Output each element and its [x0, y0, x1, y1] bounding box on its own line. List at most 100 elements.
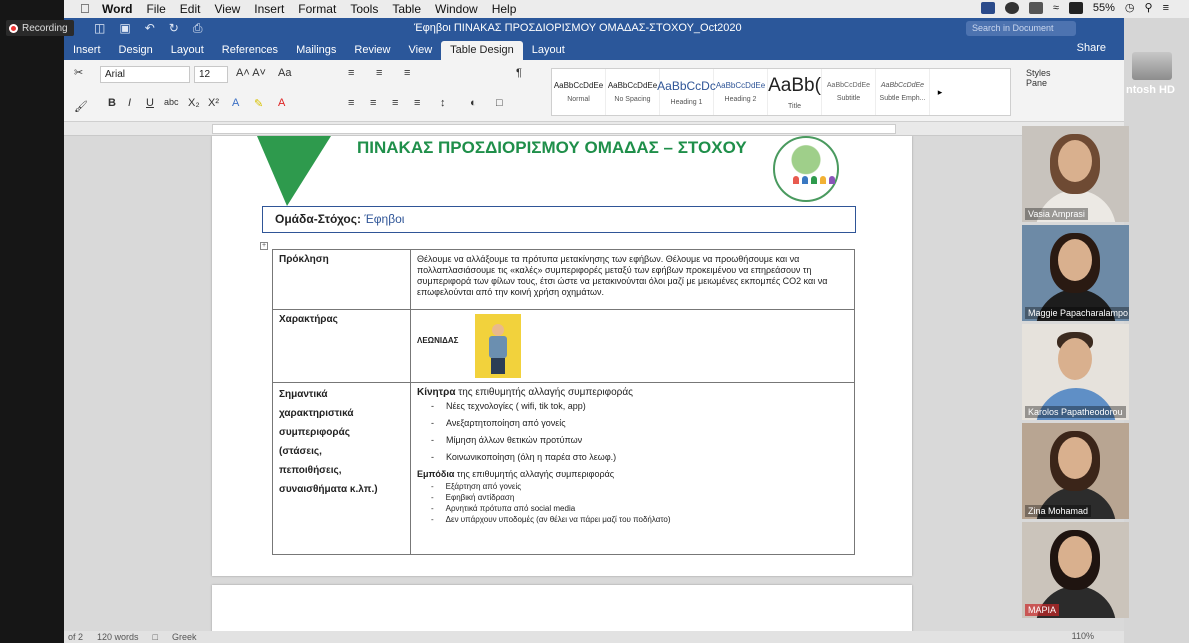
battery-level[interactable]: 55% [1093, 2, 1115, 14]
tab-layout[interactable]: Layout [162, 41, 213, 60]
participant-name: Zina Mohamad [1025, 505, 1092, 517]
tab-view[interactable]: View [400, 41, 442, 60]
participant-tile[interactable]: Maggie Papacharalampo... [1022, 225, 1129, 321]
superscript-button[interactable]: X² [208, 97, 219, 109]
hard-drive-icon[interactable] [1132, 52, 1172, 80]
list-item: Κοινωνικοποίηση (όλη η παρέα στο λεωφ.) [431, 452, 848, 462]
style-subtitle[interactable]: AaBbCcDdEe Subtitle [822, 69, 876, 115]
menu-view[interactable]: View [214, 2, 240, 16]
list-icon[interactable]: ≡ [1163, 2, 1169, 14]
page[interactable]: ΠΙΝΑΚΑΣ ΠΡΟΣΔΙΟΡΙΣΜΟΥ ΟΜΑΔΑΣ – ΣΤΟΧΟΥ Ομ… [212, 136, 912, 576]
character-label: Χαρακτήρας [272, 309, 411, 383]
tab-references[interactable]: References [213, 41, 287, 60]
bullets-icon[interactable]: ≡ [348, 67, 354, 79]
sidebar-icon[interactable]: ◫ [94, 21, 105, 36]
styles-pane-button[interactable]: Styles Pane [1026, 68, 1066, 88]
tab-insert[interactable]: Insert [64, 41, 110, 60]
ribbon-tabs: Insert Design Layout References Mailings… [64, 40, 1124, 60]
document-area[interactable]: ΠΙΝΑΚΑΣ ΠΡΟΣΔΙΟΡΙΣΜΟΥ ΟΜΑΔΑΣ – ΣΤΟΧΟΥ Ομ… [64, 136, 1124, 633]
table-row: Πρόκληση Θέλουμε να αλλάξουμε τα πρότυπα… [272, 249, 855, 310]
style-no-spacing[interactable]: AaBbCcDdEe No Spacing [606, 69, 660, 115]
tab-table-layout[interactable]: Layout [523, 41, 574, 60]
word-count[interactable]: 120 words [97, 632, 139, 642]
text-effects-icon[interactable]: A [232, 97, 239, 109]
font-size-select[interactable]: 12 [194, 66, 228, 83]
highlight-icon[interactable]: ✎ [254, 97, 263, 110]
align-center-icon[interactable]: ≡ [370, 97, 376, 109]
table-move-handle[interactable]: + [260, 242, 268, 250]
page-2[interactable] [212, 585, 912, 633]
clock-icon[interactable]: ◷ [1125, 1, 1135, 14]
participant-tile[interactable]: Karolos Papatheodorou [1022, 324, 1129, 420]
style-sample: AaBbCcDdEe [607, 81, 658, 90]
tab-review[interactable]: Review [345, 41, 399, 60]
menu-window[interactable]: Window [435, 2, 478, 16]
participant-tile[interactable]: ΜΑΡΙΑ [1022, 522, 1129, 618]
participant-tile[interactable]: Vasia Amprasi [1022, 126, 1129, 222]
menu-help[interactable]: Help [492, 2, 517, 16]
style-subtle-emphasis[interactable]: AaBbCcDdEe Subtle Emph... [876, 69, 930, 115]
cut-icon[interactable]: ✂ [74, 66, 83, 79]
tab-table-design[interactable]: Table Design [441, 41, 523, 60]
format-painter-icon[interactable]: 🖌 [74, 100, 88, 113]
proofing-icon[interactable]: □ [153, 632, 158, 642]
italic-button[interactable]: I [128, 97, 131, 109]
bold-button[interactable]: B [108, 97, 116, 109]
style-heading-1[interactable]: AaBbCcDc Heading 1 [657, 69, 716, 115]
page-count[interactable]: of 2 [68, 632, 83, 642]
multilevel-icon[interactable]: ≡ [404, 67, 410, 79]
numbering-icon[interactable]: ≡ [376, 67, 382, 79]
search-input[interactable]: Search in Document [966, 21, 1076, 36]
table-row: Σημαντικά χαρακτηριστικά συμπεριφοράς (σ… [272, 382, 855, 555]
list-item: Εφηβική αντίδραση [431, 493, 848, 502]
save-icon[interactable]: ▣ [119, 21, 130, 36]
spotlight-icon[interactable]: ⚲ [1145, 1, 1153, 14]
style-title[interactable]: AaBb(Title [768, 69, 822, 115]
strike-button[interactable]: abc [164, 97, 179, 107]
menu-table[interactable]: Table [392, 2, 421, 16]
font-color-icon[interactable]: A [278, 97, 285, 109]
apple-icon[interactable]:  [80, 2, 94, 16]
undo-icon[interactable]: ↶ [145, 21, 155, 36]
recording-indicator: Recording [6, 20, 74, 36]
menu-tools[interactable]: Tools [350, 2, 378, 16]
align-left-icon[interactable]: ≡ [348, 97, 354, 109]
tab-design[interactable]: Design [110, 41, 162, 60]
menu-insert[interactable]: Insert [254, 2, 284, 16]
borders-icon[interactable]: □ [496, 97, 503, 109]
underline-button[interactable]: U [146, 97, 154, 109]
shading-icon[interactable]: ◐ [470, 97, 477, 109]
font-name-select[interactable]: Arial [100, 66, 190, 83]
record-menu-icon[interactable] [1028, 1, 1043, 14]
share-button[interactable]: Share [1077, 42, 1106, 54]
menu-file[interactable]: File [146, 2, 165, 16]
redo-icon[interactable]: ↻ [169, 21, 179, 36]
ruler[interactable] [64, 122, 1124, 136]
menu-edit[interactable]: Edit [180, 2, 201, 16]
tab-mailings[interactable]: Mailings [287, 41, 345, 60]
list-item: Νέες τεχνολογίες ( wifi, tik tok, app) [431, 401, 848, 411]
line-spacing-icon[interactable]: ↕ [440, 97, 446, 109]
table-row: Χαρακτήρας ΛΕΩΝΙΔΑΣ [272, 309, 855, 383]
justify-icon[interactable]: ≡ [414, 97, 420, 109]
challenge-text: Θέλουμε να αλλάξουμε τα πρότυπα μετακίνη… [410, 249, 855, 310]
screen-share-icon[interactable] [980, 1, 995, 14]
app-icon[interactable] [1068, 1, 1083, 14]
participant-tile[interactable]: Zina Mohamad [1022, 423, 1129, 519]
style-heading-2[interactable]: AaBbCcDdEe Heading 2 [714, 69, 768, 115]
menu-app[interactable]: Word [102, 2, 132, 16]
styles-more-icon[interactable]: ▸ [930, 69, 950, 115]
align-right-icon[interactable]: ≡ [392, 97, 398, 109]
compass-icon[interactable] [1004, 1, 1019, 14]
avatar [1058, 140, 1092, 182]
print-icon[interactable]: ⎙ [193, 21, 203, 36]
pilcrow-icon[interactable]: ¶ [516, 67, 522, 79]
style-normal[interactable]: AaBbCcDdEe Normal [552, 69, 606, 115]
language[interactable]: Greek [172, 632, 197, 642]
menu-format[interactable]: Format [298, 2, 336, 16]
subscript-button[interactable]: X₂ [188, 97, 200, 109]
grow-font-icon[interactable]: A˄ A˅ [236, 67, 266, 79]
zoom-level[interactable]: 110% [1072, 631, 1094, 641]
wifi-icon[interactable]: ≈ [1053, 2, 1059, 14]
clear-format-icon[interactable]: Aa [278, 67, 291, 79]
